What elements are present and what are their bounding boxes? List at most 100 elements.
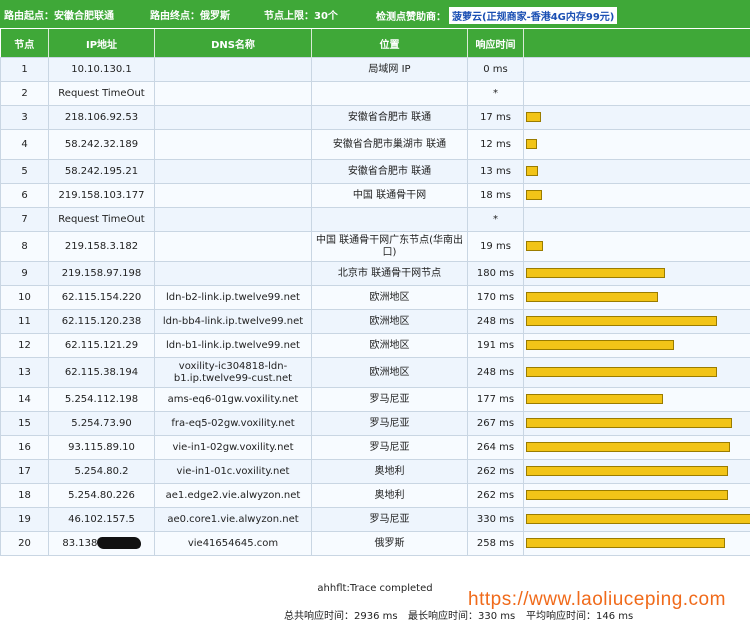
table-row: 3 218.106.92.53 安徽省合肥市 联通 17 ms (0, 105, 750, 130)
bar-cell (523, 435, 750, 460)
response-time-bar (526, 513, 750, 524)
time-cell: 170 ms (467, 285, 524, 310)
hop-cell: 19 (0, 507, 49, 532)
route-info-bar: 路由起点：安徽合肥联通 路由终点：俄罗斯 节点上限：30个 检测点赞助商： 菠萝云… (0, 0, 750, 28)
ip-cell: 62.115.154.220 (48, 285, 155, 310)
ip-cell: 83.138. (48, 531, 155, 556)
table-row: 8 219.158.3.182 中国 联通骨干网广东节点(华南出口) 19 ms (0, 231, 750, 262)
location-cell: 中国 联通骨干网广东节点(华南出口) (311, 231, 468, 262)
header-response-time: 响应时间 (467, 29, 524, 58)
table-row: 10 62.115.154.220 ldn-b2-link.ip.twelve99.… (0, 285, 750, 310)
bar-cell (523, 57, 750, 82)
hop-cell: 2 (0, 81, 49, 106)
dns-cell (154, 183, 312, 208)
dns-cell: ldn-bb4-link.ip.twelve99.net (154, 309, 312, 334)
location-cell: 安徽省合肥市 联通 (311, 105, 468, 130)
location-cell: 奥地利 (311, 459, 468, 484)
response-time-bar (526, 189, 542, 200)
table-row: 17 5.254.80.2 vie-in1-01c.voxility.net 奥地利 2… (0, 459, 750, 484)
bar-cell (523, 309, 750, 334)
bar-cell (523, 411, 750, 436)
response-time-bar (526, 441, 730, 452)
time-cell: 248 ms (467, 357, 524, 388)
bar-cell (523, 357, 750, 388)
response-time-bar (526, 111, 541, 122)
ip-cell: 5.254.80.226 (48, 483, 155, 508)
location-cell: 俄罗斯 (311, 531, 468, 556)
table-row: 11 62.115.120.238 ldn-bb4-link.ip.twelve99… (0, 309, 750, 334)
ip-cell: 93.115.89.10 (48, 435, 155, 460)
hop-cell: 13 (0, 357, 49, 388)
bar-cell (523, 183, 750, 208)
hop-cell: 5 (0, 159, 49, 184)
table-row: 7 Request TimeOut * (0, 207, 750, 232)
time-cell: * (467, 207, 524, 232)
table-row: 18 5.254.80.226 ae1.edge2.vie.alwyzon.net 奥… (0, 483, 750, 508)
route-end: 路由终点：俄罗斯 (150, 11, 230, 22)
time-cell: 267 ms (467, 411, 524, 436)
response-time-bar (526, 138, 537, 149)
table-row: 19 46.102.157.5 ae0.core1.vie.alwyzon.net 罗… (0, 507, 750, 532)
ip-cell: Request TimeOut (48, 81, 155, 106)
location-cell: 欧洲地区 (311, 309, 468, 334)
sponsor-link[interactable]: 菠萝云(正规商家-香港4G内存99元) (449, 7, 618, 24)
dns-cell: ldn-b1-link.ip.twelve99.net (154, 333, 312, 358)
ip-cell: 58.242.195.21 (48, 159, 155, 184)
header-hop: 节点 (0, 29, 49, 58)
bar-cell (523, 459, 750, 484)
bar-cell (523, 105, 750, 130)
location-cell: 罗马尼亚 (311, 387, 468, 412)
response-time-bar (526, 240, 543, 251)
ip-cell: 62.115.120.238 (48, 309, 155, 334)
hop-cell: 20 (0, 531, 49, 556)
time-cell: 264 ms (467, 435, 524, 460)
bar-cell (523, 483, 750, 508)
bar-cell (523, 231, 750, 262)
response-time-bar (526, 267, 665, 278)
hop-cell: 15 (0, 411, 49, 436)
hop-cell: 12 (0, 333, 49, 358)
hop-cell: 4 (0, 129, 49, 160)
ip-cell: 219.158.3.182 (48, 231, 155, 262)
dns-cell: fra-eq5-02gw.voxility.net (154, 411, 312, 436)
hop-cell: 11 (0, 309, 49, 334)
table-header-row: 节点 IP地址 DNS名称 位置 响应时间 (0, 29, 750, 58)
location-cell: 中国 联通骨干网 (311, 183, 468, 208)
dns-cell (154, 57, 312, 82)
location-cell: 安徽省合肥市 联通 (311, 159, 468, 184)
sponsor-label: 检测点赞助商： (376, 12, 446, 23)
ip-cell: 58.242.32.189 (48, 129, 155, 160)
time-cell: 12 ms (467, 129, 524, 160)
response-time-bar (526, 165, 538, 176)
ip-cell: 62.115.38.194 (48, 357, 155, 388)
time-cell: 18 ms (467, 183, 524, 208)
location-cell: 局域网 IP (311, 57, 468, 82)
response-time-bar (526, 339, 674, 350)
dns-cell: ae1.edge2.vie.alwyzon.net (154, 483, 312, 508)
dns-cell: ldn-b2-link.ip.twelve99.net (154, 285, 312, 310)
watermark-url: https://www.laoliuceping.com (468, 589, 726, 610)
table-row: 20 83.138. vie41654645.com 俄罗斯 258 ms (0, 531, 750, 556)
location-cell: 北京市 联通骨干网节点 (311, 261, 468, 286)
bar-cell (523, 261, 750, 286)
hop-cell: 9 (0, 261, 49, 286)
location-cell (311, 207, 468, 232)
response-time-bar (526, 366, 717, 377)
ip-cell: 46.102.157.5 (48, 507, 155, 532)
hop-cell: 18 (0, 483, 49, 508)
bar-cell (523, 507, 750, 532)
response-time-bar (526, 393, 663, 404)
ip-cell: Request TimeOut (48, 207, 155, 232)
dns-cell (154, 105, 312, 130)
time-cell: * (467, 81, 524, 106)
dns-cell: ams-eq6-01gw.voxility.net (154, 387, 312, 412)
ip-cell: 62.115.121.29 (48, 333, 155, 358)
bar-cell (523, 159, 750, 184)
location-cell: 欧洲地区 (311, 285, 468, 310)
table-row: 2 Request TimeOut * (0, 81, 750, 106)
bar-cell (523, 531, 750, 556)
location-cell: 欧洲地区 (311, 357, 468, 388)
table-row: 16 93.115.89.10 vie-in1-02gw.voxility.net 罗… (0, 435, 750, 460)
node-limit: 节点上限：30个 (264, 11, 338, 22)
ip-cell: 5.254.73.90 (48, 411, 155, 436)
